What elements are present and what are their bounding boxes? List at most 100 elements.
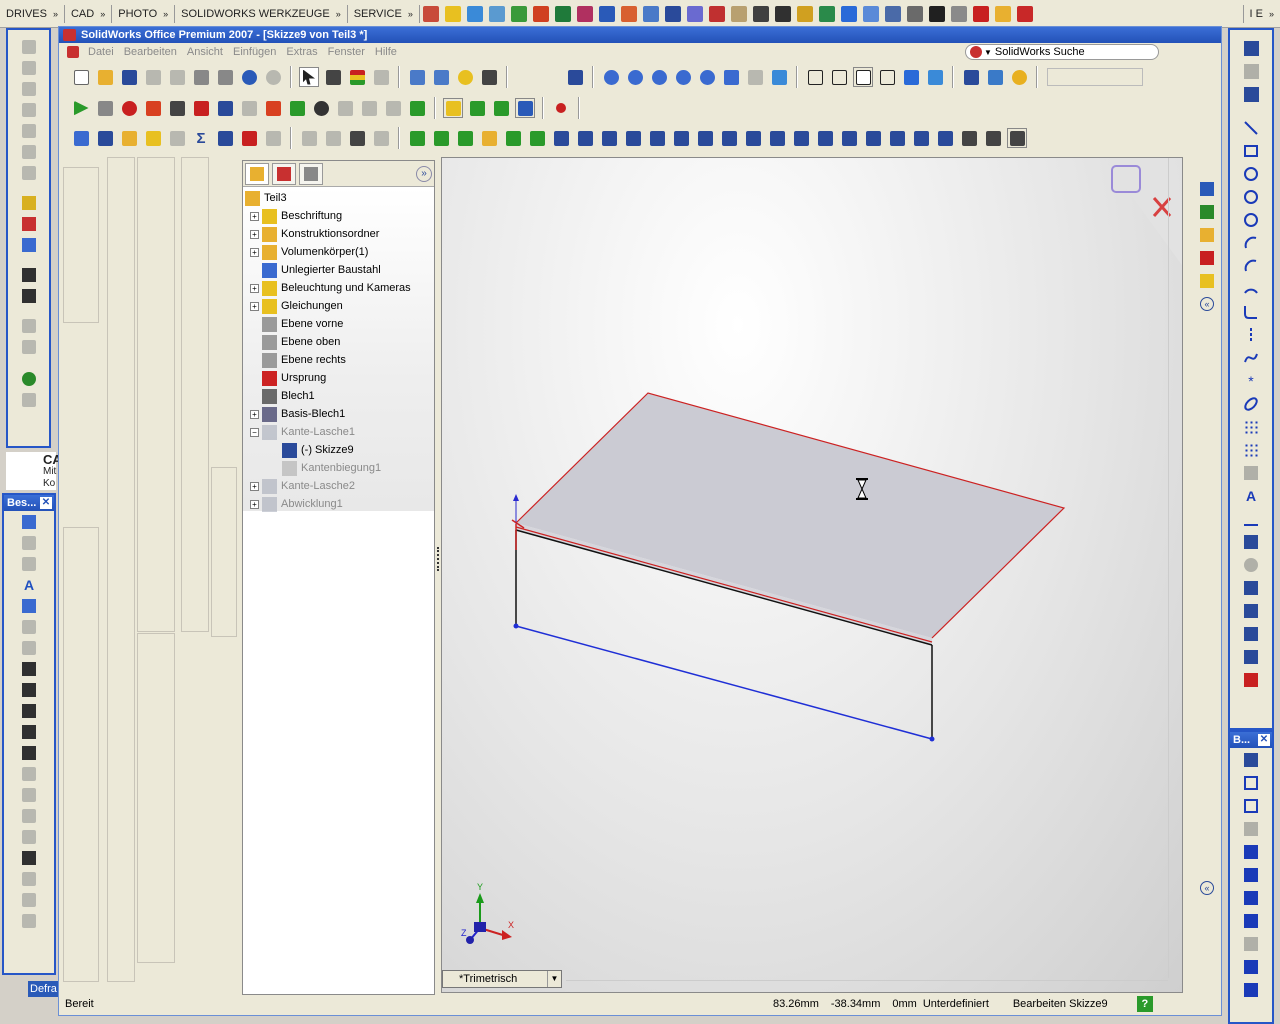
tool-button[interactable]: [551, 128, 571, 148]
tool-button[interactable]: [911, 128, 931, 148]
expand-icon[interactable]: +: [250, 409, 259, 419]
star-icon[interactable]: [444, 5, 461, 22]
tool-button[interactable]: [877, 67, 897, 87]
tool-button[interactable]: [1007, 128, 1027, 148]
app-shortcut-icon[interactable]: [466, 5, 483, 22]
three-point-arc-icon[interactable]: [1240, 278, 1262, 300]
tool-button[interactable]: [18, 286, 40, 306]
tool-button[interactable]: [191, 98, 211, 118]
collapse-icon[interactable]: −: [250, 427, 259, 437]
excel-icon[interactable]: [554, 5, 571, 22]
graphics-area[interactable]: Y X Z *Trimetrisch ▼: [441, 157, 1183, 993]
tree-item[interactable]: Ebene vorne: [243, 315, 434, 333]
help-icon[interactable]: [455, 67, 475, 87]
print-preview-icon[interactable]: [215, 67, 235, 87]
tool-button[interactable]: [167, 67, 187, 87]
tool-button[interactable]: [575, 128, 595, 148]
expand-panel-icon[interactable]: »: [416, 165, 432, 182]
app-shortcut-icon[interactable]: [884, 5, 901, 22]
expand-icon[interactable]: +: [250, 499, 259, 509]
view-orientation-icon[interactable]: [769, 67, 789, 87]
tool-button[interactable]: [18, 743, 40, 763]
linear-pattern-icon[interactable]: [1240, 416, 1262, 438]
app-shortcut-icon[interactable]: [928, 5, 945, 22]
horizontal-scrollbar[interactable]: [566, 980, 1168, 992]
tangent-arc-icon[interactable]: [1240, 255, 1262, 277]
tool-button[interactable]: [407, 98, 427, 118]
menu-extras[interactable]: Extras: [281, 46, 322, 58]
vertical-scrollbar[interactable]: [1168, 158, 1182, 978]
redo-icon[interactable]: [263, 67, 283, 87]
tree-item[interactable]: (-) Skizze9: [243, 441, 434, 459]
appearance-icon[interactable]: [18, 369, 40, 389]
record-icon[interactable]: [551, 98, 571, 118]
smart-dimension-icon[interactable]: [1240, 83, 1262, 105]
tool-button[interactable]: [18, 638, 40, 658]
app-shortcut-icon[interactable]: [818, 5, 835, 22]
tool-button[interactable]: [503, 128, 523, 148]
tree-item[interactable]: + Beleuchtung und Kameras: [243, 279, 434, 297]
stop-macro-icon[interactable]: [95, 98, 115, 118]
tool-button[interactable]: [1240, 646, 1262, 668]
app-shortcut-icon[interactable]: [774, 5, 791, 22]
taskbar-label[interactable]: Defra: [28, 981, 58, 997]
hidden-lines-visible-icon[interactable]: [829, 67, 849, 87]
sketch-point[interactable]: [929, 736, 935, 742]
tree-item[interactable]: + Konstruktionsordner: [243, 225, 434, 243]
zoom-selection-icon[interactable]: [673, 67, 693, 87]
tool-button[interactable]: [1240, 462, 1262, 484]
expand-icon[interactable]: +: [250, 283, 259, 293]
tool-button[interactable]: [745, 67, 765, 87]
tree-item[interactable]: Unlegierter Baustahl: [243, 261, 434, 279]
tool-button[interactable]: [983, 128, 1003, 148]
centerpoint-rectangle-icon[interactable]: [1240, 163, 1262, 185]
tool-button[interactable]: [18, 911, 40, 931]
weld-symbol-icon[interactable]: [18, 680, 40, 700]
sketch-icon[interactable]: [1240, 37, 1262, 59]
tool-button[interactable]: [323, 128, 343, 148]
tool-button[interactable]: [18, 512, 40, 532]
tool-button[interactable]: [767, 128, 787, 148]
tool-button[interactable]: [1240, 933, 1262, 955]
tree-item[interactable]: + Beschriftung: [243, 207, 434, 225]
zoom-window-icon[interactable]: [625, 67, 645, 87]
tool-button[interactable]: [383, 98, 403, 118]
tab-configuration-manager[interactable]: [299, 162, 323, 185]
tool-button[interactable]: [479, 128, 499, 148]
hidden-lines-removed-icon[interactable]: [853, 67, 873, 87]
tool-button[interactable]: [743, 128, 763, 148]
expand-icon[interactable]: +: [250, 211, 259, 221]
tool-button[interactable]: [515, 98, 535, 118]
tool-button[interactable]: [287, 98, 307, 118]
expand-icon[interactable]: +: [250, 247, 259, 257]
sketch-line-bottom[interactable]: [515, 625, 933, 740]
undo-icon[interactable]: [239, 67, 259, 87]
powerpoint-icon[interactable]: [620, 5, 637, 22]
tool-button[interactable]: [18, 890, 40, 910]
menu-bearbeiten[interactable]: Bearbeiten: [119, 46, 182, 58]
tool-button[interactable]: [18, 337, 40, 357]
relation-icon[interactable]: [18, 235, 40, 255]
record-macro-icon[interactable]: [119, 98, 139, 118]
smart-dimension-icon[interactable]: [1240, 749, 1262, 771]
tool-button[interactable]: [839, 128, 859, 148]
app-shortcut-icon[interactable]: [796, 5, 813, 22]
expand-icon[interactable]: +: [250, 481, 259, 491]
save-icon[interactable]: [119, 67, 139, 87]
tool-button[interactable]: [371, 67, 391, 87]
app-shortcut-icon[interactable]: [664, 5, 681, 22]
rectangle-icon[interactable]: [1240, 140, 1262, 162]
search-box[interactable]: ▼ SolidWorks Suche: [965, 44, 1159, 60]
close-icon[interactable]: ✕: [1258, 734, 1270, 746]
tool-button[interactable]: [1240, 623, 1262, 645]
perimeter-circle-icon[interactable]: [1240, 209, 1262, 231]
circle-icon[interactable]: [1240, 186, 1262, 208]
menu-ansicht[interactable]: Ansicht: [182, 46, 228, 58]
word-icon[interactable]: [598, 5, 615, 22]
tool-button[interactable]: [18, 848, 40, 868]
camera-icon[interactable]: [479, 67, 499, 87]
point-icon[interactable]: *: [1240, 370, 1262, 392]
tool-button[interactable]: [18, 722, 40, 742]
tool-button[interactable]: [239, 128, 259, 148]
tool-button[interactable]: [467, 98, 487, 118]
